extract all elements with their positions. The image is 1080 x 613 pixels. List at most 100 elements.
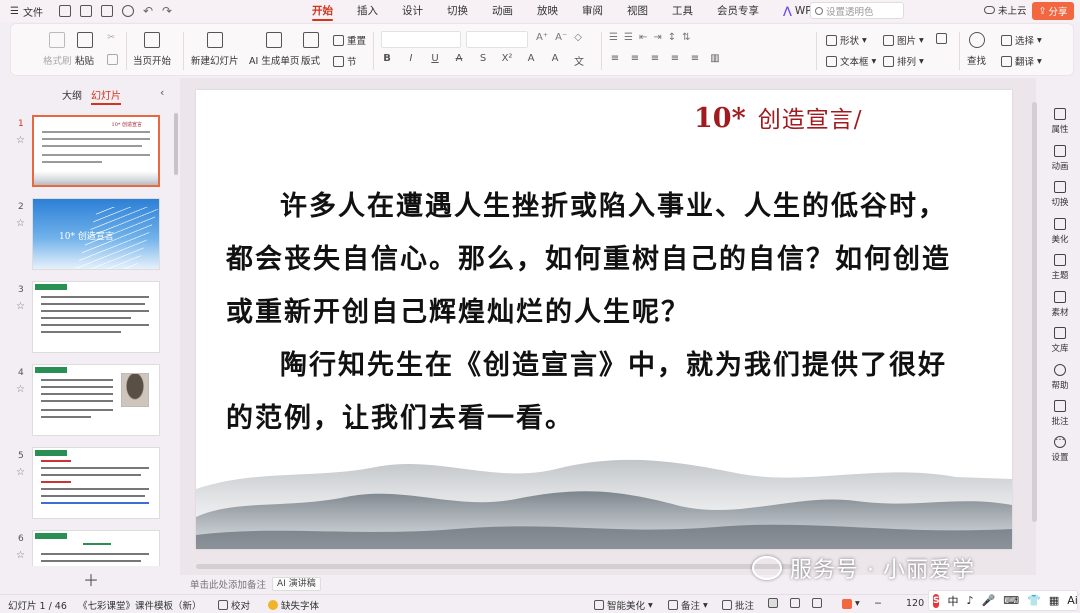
numbering-icon[interactable]: ☰ [624, 32, 633, 43]
punctuation-icon[interactable]: ♪ [966, 594, 973, 607]
zoom-level[interactable]: 120 [906, 598, 924, 609]
slide-thumbnail[interactable] [32, 530, 160, 566]
slide-thumbnail[interactable]: 10* 创造宣言 [32, 115, 160, 187]
select-button[interactable]: 选择 ▾ [1001, 33, 1042, 47]
reset-button[interactable]: 重置 [333, 33, 366, 47]
textbox-button[interactable]: 文本框 ▾ [826, 54, 876, 68]
tab-slideshow[interactable]: 放映 [525, 0, 570, 22]
sidebar-item-library[interactable]: 文库 [1040, 327, 1080, 354]
superscript-icon[interactable]: X² [501, 53, 513, 68]
sidebar-item-properties[interactable]: 属性 [1040, 108, 1080, 135]
distribute-icon[interactable]: ≡ [689, 53, 701, 64]
find-button[interactable]: 查找 [967, 32, 986, 67]
tab-insert[interactable]: 插入 [345, 0, 390, 22]
sidebar-item-material[interactable]: 素材 [1040, 291, 1080, 318]
underline-icon[interactable]: U [429, 53, 441, 68]
slide-thumbnail[interactable] [32, 281, 160, 353]
sidebar-item-beautify[interactable]: 美化 [1040, 218, 1080, 245]
tab-outline[interactable]: 大纲 [62, 87, 82, 102]
decrease-indent-icon[interactable]: ⇤ [639, 32, 647, 43]
bold-icon[interactable]: B [381, 53, 393, 68]
vertical-scrollbar[interactable] [1032, 90, 1038, 570]
sogou-logo-icon[interactable]: S [933, 593, 940, 608]
collapse-panel-icon[interactable]: ‹ [160, 86, 164, 99]
copy-button[interactable] [107, 54, 118, 65]
template-name[interactable]: 《七彩课堂》课件模板（新） [78, 598, 202, 612]
new-slide-button[interactable]: 新建幻灯片 [191, 32, 239, 67]
ime-lang[interactable]: 中 [947, 593, 958, 609]
translate-button[interactable]: 翻译 ▾ [1001, 54, 1042, 68]
notes-toggle-button[interactable]: 备注 ▾ [668, 598, 708, 612]
slide-thumbnail-row[interactable]: 1 ☆ 10* 创造宣言 [0, 115, 180, 191]
picture-button[interactable]: 图片 ▾ [883, 33, 924, 47]
slide-thumbnail-row[interactable]: 2 ☆ 10* 创造宣言 [0, 198, 180, 274]
sidebar-item-animation[interactable]: 动画 [1040, 145, 1080, 172]
sidebar-item-settings[interactable]: 设置 [1040, 436, 1080, 463]
shadow-icon[interactable]: S [477, 53, 489, 68]
sorter-view-button[interactable] [790, 598, 800, 608]
ai-speech-button[interactable]: AI 演讲稿 [272, 577, 321, 591]
slide-thumbnail[interactable] [32, 447, 160, 519]
print-icon[interactable] [100, 5, 113, 17]
paste-button[interactable]: 粘贴 [75, 32, 94, 67]
save-icon[interactable] [58, 5, 71, 17]
zoom-out-button[interactable]: − [874, 598, 882, 609]
add-slide-button[interactable]: ＋ [83, 567, 99, 591]
highlight-icon[interactable]: A [549, 53, 561, 68]
sidebar-item-transition[interactable]: 切换 [1040, 181, 1080, 208]
align-left-icon[interactable]: ≡ [609, 53, 621, 64]
file-menu[interactable]: ☰ 文件 [0, 0, 51, 22]
arrange-button[interactable]: 排列 ▾ [883, 54, 924, 68]
skin-icon[interactable]: 👕 [1027, 594, 1041, 607]
undo-icon[interactable]: ↶ [143, 5, 153, 17]
proofread-button[interactable]: 校对 [218, 598, 250, 612]
tab-review[interactable]: 审阅 [570, 0, 615, 22]
slide-body-textbox[interactable]: 许多人在遭遇人生挫折或陷入事业、人生的低谷时，都会丧失自信心。那么，如何重树自己… [226, 180, 966, 445]
export-pdf-icon[interactable] [79, 5, 92, 17]
font-size-select[interactable] [466, 31, 528, 48]
slide-thumbnail-row[interactable]: 6 ☆ [0, 530, 180, 566]
more-insert-button[interactable] [936, 33, 947, 44]
tab-animation[interactable]: 动画 [480, 0, 525, 22]
tab-transition[interactable]: 切换 [435, 0, 480, 22]
shrink-font-icon[interactable]: A⁻ [555, 32, 567, 43]
ime-ai[interactable]: Ai [1067, 594, 1078, 607]
current-slide[interactable]: 10* 创造宣言/ 许多人在遭遇人生挫折或陷入事业、人生的低谷时，都会丧失自信心… [196, 90, 1012, 549]
justify-icon[interactable]: ≡ [669, 53, 681, 64]
smart-beautify-button[interactable]: 智能美化 ▾ [594, 598, 653, 612]
play-current-button[interactable]: 当页开始 [133, 32, 171, 67]
ime-grid-icon[interactable]: ▦ [1049, 594, 1059, 607]
share-button[interactable]: ⇪ 分享 [1032, 2, 1074, 20]
line-spacing-icon[interactable]: ↕ [668, 32, 676, 43]
grow-font-icon[interactable]: A⁺ [536, 32, 548, 43]
columns-icon[interactable]: ▥ [709, 53, 721, 64]
tab-view[interactable]: 视图 [615, 0, 660, 22]
text-direction-icon[interactable]: ⇅ [682, 32, 690, 43]
scrollbar-thumb[interactable] [1032, 102, 1037, 522]
tab-tools[interactable]: 工具 [660, 0, 705, 22]
search-input[interactable]: 设置透明色 [810, 2, 904, 19]
font-color-icon[interactable]: A [525, 53, 537, 68]
redo-icon[interactable]: ↷ [162, 5, 172, 17]
slide-thumbnail-row[interactable]: 4 ☆ [0, 364, 180, 440]
slide-thumbnail-row[interactable]: 3 ☆ [0, 281, 180, 357]
slide-thumbnail[interactable]: 10* 创造宣言 [32, 198, 160, 270]
tab-home[interactable]: 开始 [300, 0, 345, 22]
tab-member[interactable]: 会员专享 [705, 0, 771, 22]
tab-slides[interactable]: 幻灯片 [91, 87, 121, 105]
strikethrough-icon[interactable]: A [453, 53, 465, 68]
sidebar-item-comment[interactable]: 批注 [1040, 400, 1080, 427]
missing-font-button[interactable]: 缺失字体 [268, 598, 319, 612]
shape-button[interactable]: 形状 ▾ [826, 33, 867, 47]
microphone-icon[interactable]: 🎤 [982, 594, 996, 607]
align-right-icon[interactable]: ≡ [649, 53, 661, 64]
format-painter-button[interactable]: 格式刷 [43, 32, 72, 67]
reading-view-button[interactable] [812, 598, 822, 608]
comments-toggle-button[interactable]: 批注 [722, 598, 754, 612]
section-button[interactable]: 节 [333, 54, 357, 68]
slide-title[interactable]: 10* 创造宣言/ [694, 100, 862, 134]
sidebar-item-help[interactable]: 帮助 [1040, 364, 1080, 391]
sidebar-item-theme[interactable]: 主题 [1040, 254, 1080, 281]
keyboard-icon[interactable]: ⌨ [1003, 594, 1019, 607]
scrollbar-thumb[interactable] [196, 564, 792, 569]
